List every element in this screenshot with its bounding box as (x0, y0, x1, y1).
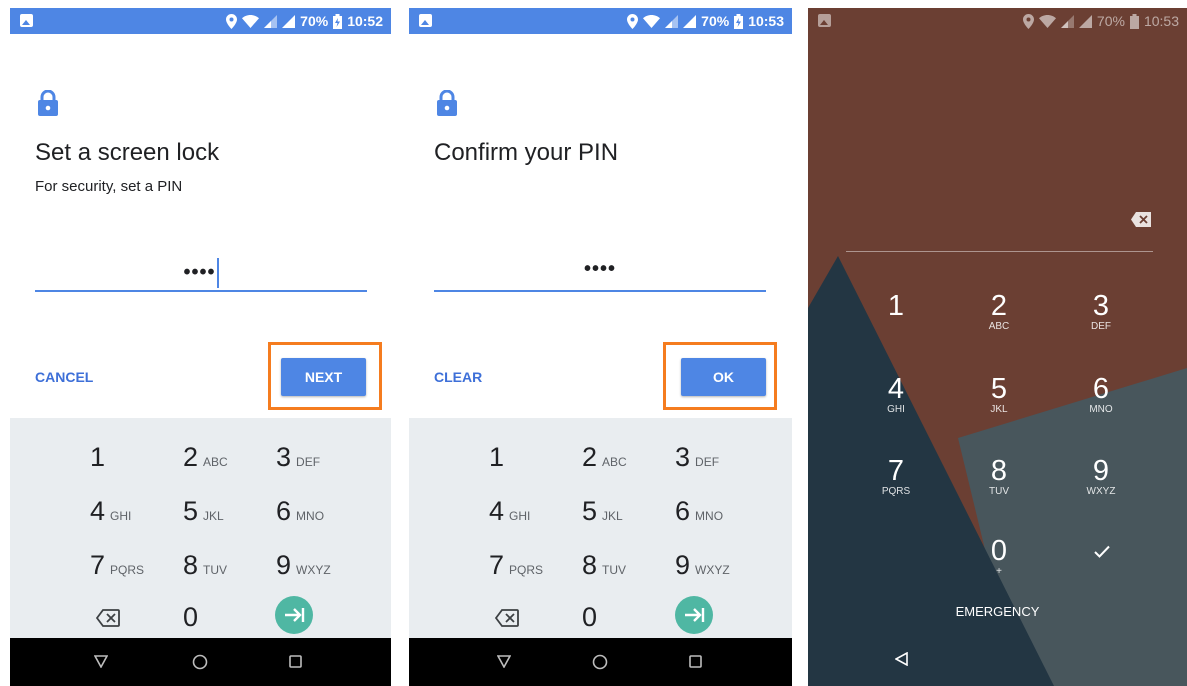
navigation-bar (409, 638, 792, 686)
navigation-bar (10, 638, 391, 686)
key-7[interactable]: 7 PQRS (90, 550, 144, 590)
numeric-keypad: 1 2 ABC 3 DEF 4 GHI 5 JKL 6 MNO 7 PQRS 8 TUV 9W… (409, 418, 792, 638)
nav-recents-icon[interactable] (289, 655, 302, 668)
battery-percent: 70% (1096, 13, 1125, 29)
nav-back-icon[interactable] (895, 652, 908, 666)
battery-percent: 70% (300, 13, 329, 29)
cancel-button[interactable]: CANCEL (35, 369, 93, 385)
key-5[interactable]: 5 JKL (582, 496, 623, 536)
page-subtitle: For security, set a PIN (35, 178, 183, 195)
key-3[interactable]: 3 DEF (675, 442, 719, 482)
key-6[interactable]: 6 MNO (1071, 374, 1131, 416)
go-arrow-icon (685, 608, 705, 622)
key-3[interactable]: 3 DEF (276, 442, 320, 482)
pin-dots: •••• (183, 261, 216, 284)
signal-weak-icon (665, 14, 679, 28)
status-bar: 70% 10:53 (409, 8, 792, 34)
key-9[interactable]: 9 WXYZ (276, 550, 331, 590)
signal-weak-icon (1060, 14, 1074, 28)
clock: 10:53 (1143, 13, 1179, 29)
signal-weak-icon (264, 14, 278, 28)
phone-set-screen-lock: 70% 10:52 Set a screen lock For security… (10, 8, 391, 686)
key-0[interactable]: 0 (183, 602, 198, 642)
ok-button[interactable]: OK (681, 358, 766, 396)
key-4[interactable]: 4 GHI (489, 496, 530, 536)
key-3[interactable]: 3 DEF (1071, 291, 1131, 333)
wallpaper (808, 8, 1187, 686)
nav-back-icon[interactable] (94, 655, 108, 668)
key-8[interactable]: 8 TUV (183, 550, 227, 590)
pin-input[interactable]: •••• (434, 246, 766, 292)
key-0[interactable]: 0 + (969, 536, 1029, 578)
nav-home-icon[interactable] (592, 654, 608, 670)
clock: 10:53 (748, 13, 784, 29)
pin-input[interactable]: •••• (35, 246, 367, 292)
backspace-icon[interactable] (96, 609, 120, 627)
pin-entry-line[interactable] (846, 251, 1153, 252)
key-4[interactable]: 4 GHI (90, 496, 131, 536)
lock-icon (38, 90, 58, 116)
clock: 10:52 (347, 13, 383, 29)
phone-confirm-pin: 70% 10:53 Confirm your PIN •••• CLEAR OK… (409, 8, 792, 686)
gallery-notification-icon (20, 14, 33, 27)
check-icon[interactable] (1094, 545, 1110, 558)
clear-button[interactable]: CLEAR (434, 369, 482, 385)
pin-dots: •••• (583, 258, 616, 280)
gallery-notification-icon (818, 14, 831, 27)
key-9[interactable]: 9 WXYZ (675, 550, 730, 590)
text-cursor (216, 258, 219, 288)
status-bar: 70% 10:52 (10, 8, 391, 34)
key-8[interactable]: 8 TUV (969, 456, 1029, 498)
key-1[interactable]: 1 (90, 442, 105, 482)
go-arrow-icon (285, 608, 305, 622)
lock-icon (437, 90, 457, 116)
battery-percent: 70% (701, 13, 730, 29)
wifi-icon (1038, 14, 1056, 28)
backspace-icon[interactable] (1131, 212, 1151, 227)
phone-lockscreen-pin: 70% 10:53 1 2 ABC 3 DEF 4 GHI 5 JKL 6 MNO 7 PQ… (808, 8, 1187, 686)
go-button[interactable] (275, 596, 313, 634)
gallery-notification-icon (419, 14, 432, 27)
go-button[interactable] (675, 596, 713, 634)
location-icon (627, 13, 639, 29)
key-6[interactable]: 6 MNO (276, 496, 324, 536)
key-1[interactable]: 1 (866, 291, 926, 321)
location-icon (1022, 13, 1034, 29)
location-icon (226, 13, 238, 29)
page-title: Set a screen lock (35, 139, 220, 166)
page-title: Confirm your PIN (434, 139, 619, 166)
nav-back-icon[interactable] (497, 655, 511, 668)
numeric-keypad: 1 2 ABC 3 DEF 4 GHI 5 JKL 6 MNO 7 PQRS 8 TUV 9W… (10, 418, 391, 638)
wifi-icon (242, 14, 260, 28)
key-7[interactable]: 7 PQRS (489, 550, 543, 590)
key-5[interactable]: 5 JKL (183, 496, 224, 536)
key-2[interactable]: 2 ABC (582, 442, 627, 482)
backspace-icon[interactable] (495, 609, 519, 627)
battery-charging-icon (734, 13, 744, 29)
key-6[interactable]: 6 MNO (675, 496, 723, 536)
status-bar: 70% 10:53 (808, 8, 1187, 34)
signal-icon (282, 14, 296, 28)
battery-charging-icon (333, 13, 343, 29)
key-4[interactable]: 4 GHI (866, 374, 926, 416)
key-0[interactable]: 0 (582, 602, 597, 642)
emergency-button[interactable]: EMERGENCY (808, 604, 1187, 619)
key-7[interactable]: 7 PQRS (866, 456, 926, 498)
signal-icon (1078, 14, 1092, 28)
nav-home-icon[interactable] (192, 654, 208, 670)
battery-charging-icon (1129, 13, 1139, 29)
signal-icon (683, 14, 697, 28)
next-button[interactable]: NEXT (281, 358, 366, 396)
key-2[interactable]: 2 ABC (183, 442, 228, 482)
key-5[interactable]: 5 JKL (969, 374, 1029, 416)
key-2[interactable]: 2 ABC (969, 291, 1029, 333)
key-1[interactable]: 1 (489, 442, 504, 482)
key-8[interactable]: 8 TUV (582, 550, 626, 590)
wifi-icon (643, 14, 661, 28)
nav-recents-icon[interactable] (689, 655, 702, 668)
key-9[interactable]: 9 WXYZ (1071, 456, 1131, 498)
